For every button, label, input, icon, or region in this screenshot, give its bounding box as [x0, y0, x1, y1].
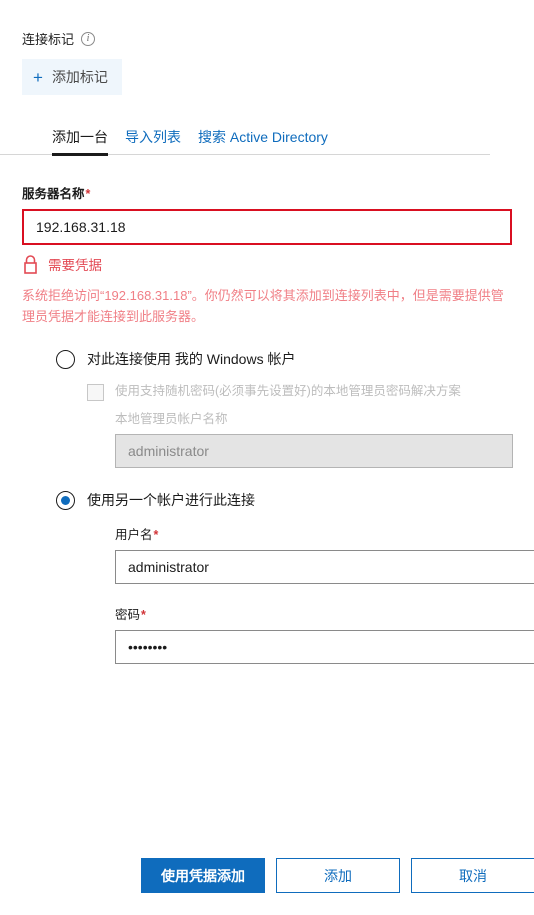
radio-use-my-windows-account[interactable]: 对此连接使用 我的 Windows 帐户 [22, 349, 512, 369]
tab-import-list[interactable]: 导入列表 [125, 127, 181, 156]
info-circle-icon[interactable]: i [81, 32, 96, 46]
laps-checkbox-label: 使用支持随机密码(必须事先设置好)的本地管理员密码解决方案 [115, 384, 461, 399]
connection-tags-section: 连接标记 i + 添加标记 [0, 0, 534, 95]
connection-tags-label: 连接标记 [22, 31, 75, 47]
credentials-block: 用户名* 密码* [22, 524, 534, 665]
tab-add-one[interactable]: 添加一台 [52, 127, 108, 156]
add-with-credentials-button[interactable]: 使用凭据添加 [141, 858, 265, 893]
plus-icon: + [33, 67, 43, 87]
required-marker: * [85, 187, 91, 201]
local-admin-name-input [115, 434, 513, 469]
laps-checkbox[interactable] [87, 384, 104, 402]
laps-checkbox-row[interactable]: 使用支持随机密码(必须事先设置好)的本地管理员密码解决方案 [87, 383, 512, 402]
local-admin-name-field-wrap [115, 434, 513, 469]
add-tag-button[interactable]: + 添加标记 [22, 59, 122, 95]
username-required-marker: * [153, 528, 159, 543]
username-field-wrap: 用户名* [115, 524, 534, 585]
server-name-label: 服务器名称* [22, 187, 91, 201]
credential-warning-text: 需要凭据 [48, 258, 102, 273]
radio-label-another-account: 使用另一个帐户进行此连接 [87, 492, 255, 509]
username-input[interactable] [115, 550, 534, 585]
radio-indicator-another-account[interactable] [56, 490, 75, 510]
laps-block: 使用支持随机密码(必须事先设置好)的本地管理员密码解决方案 本地管理员帐户名称 [22, 383, 513, 469]
access-denied-message: 系统拒绝访问“192.168.31.18”。你仍然可以将其添加到连接列表中，但是… [22, 288, 504, 325]
radio-label-windows-account: 对此连接使用 我的 Windows 帐户 [87, 351, 296, 368]
add-server-form: 服务器名称* 需要凭据 系统拒绝访问“192.168.31.18”。你仍然可以将… [0, 183, 534, 665]
dialog-footer: 使用凭据添加 添加 取消 [0, 858, 534, 893]
radio-indicator-windows-account[interactable] [56, 349, 75, 369]
password-input[interactable] [115, 630, 534, 665]
cancel-button[interactable]: 取消 [411, 858, 534, 893]
password-field-wrap: 密码* [115, 604, 534, 665]
credential-warning: 需要凭据 [22, 254, 512, 274]
local-admin-name-label: 本地管理员帐户名称 [115, 412, 228, 427]
add-tag-label: 添加标记 [51, 69, 108, 85]
username-label: 用户名* [115, 528, 159, 543]
password-label: 密码* [115, 608, 146, 623]
tab-search-active-directory[interactable]: 搜索 Active Directory [198, 127, 328, 156]
tab-bar: 添加一台 导入列表 搜索 Active Directory [0, 127, 490, 156]
radio-use-another-account[interactable]: 使用另一个帐户进行此连接 [22, 490, 512, 510]
server-name-input[interactable] [22, 209, 512, 245]
password-required-marker: * [141, 608, 146, 623]
connection-tags-header: 连接标记 i [22, 32, 534, 46]
lock-icon [24, 254, 37, 274]
add-button[interactable]: 添加 [276, 858, 400, 893]
